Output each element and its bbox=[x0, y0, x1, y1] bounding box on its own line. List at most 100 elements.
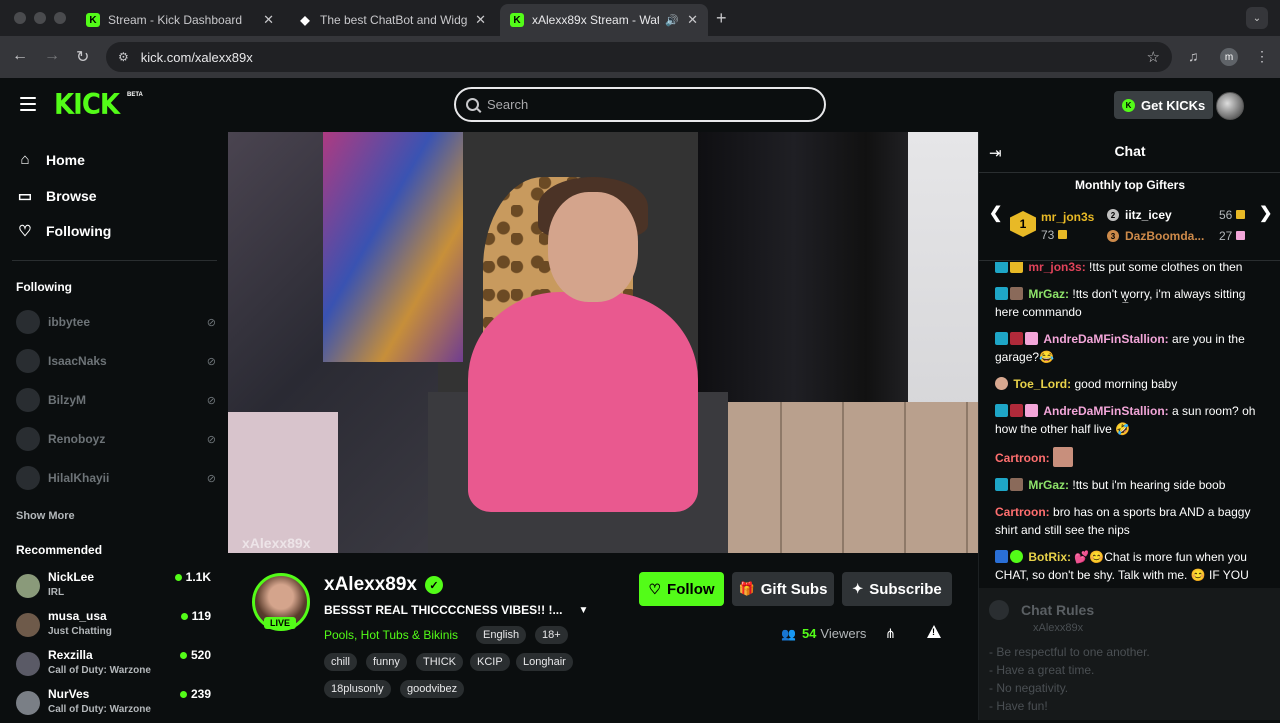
channel-name: NurVes bbox=[48, 687, 90, 701]
search-bar[interactable] bbox=[454, 87, 826, 122]
chat-username[interactable]: AndreDaMFinStallion: bbox=[1043, 332, 1168, 346]
top-gifters: Monthly top Gifters ❮ ❯ 1 mr_jon3s 73 2 … bbox=[979, 173, 1280, 308]
window-zoom-dot[interactable] bbox=[54, 12, 66, 24]
offline-icon: ⊘ bbox=[206, 316, 216, 329]
avatar bbox=[16, 613, 40, 637]
badge-icon bbox=[995, 377, 1008, 390]
close-tab-icon[interactable]: ✕ bbox=[263, 12, 274, 28]
stream-tag[interactable]: goodvibez bbox=[400, 680, 465, 698]
search-icon bbox=[466, 98, 479, 111]
speaker-icon[interactable]: 🔊 bbox=[665, 14, 679, 27]
window-minimize-dot[interactable] bbox=[34, 12, 46, 24]
site-settings-icon[interactable]: ⚙ bbox=[118, 50, 129, 64]
gifter-row[interactable]: 3 DazBoomda... bbox=[1107, 229, 1204, 243]
chat-username[interactable]: mr_jon3s: bbox=[1028, 262, 1085, 274]
new-tab-icon[interactable]: + bbox=[716, 8, 727, 29]
following-item[interactable]: ibbytee ⊘ bbox=[16, 309, 216, 335]
language-tag[interactable]: English bbox=[476, 626, 527, 644]
browser-tab-stream[interactable]: K xAlexx89x Stream - Watch 🔊 ✕ bbox=[500, 4, 708, 36]
get-kicks-button[interactable]: K Get KICKs bbox=[1114, 91, 1214, 119]
kick-logo[interactable]: KICK bbox=[54, 89, 120, 122]
category-link[interactable]: Pools, Hot Tubs & Bikinis bbox=[324, 628, 458, 642]
avatar bbox=[16, 691, 40, 715]
chat-username[interactable]: BotRix: bbox=[1028, 550, 1071, 564]
chevron-right-icon[interactable]: ❯ bbox=[1259, 203, 1272, 223]
rules-title: Chat Rules bbox=[1021, 602, 1095, 618]
recommended-item[interactable]: NickLee IRL 1.1K bbox=[16, 570, 216, 606]
gifter-name[interactable]: mr_jon3s bbox=[1041, 210, 1094, 224]
close-tab-icon[interactable]: ✕ bbox=[687, 12, 698, 28]
browser-tab-dashboard[interactable]: K Stream - Kick Dashboard ✕ bbox=[76, 4, 284, 36]
chat-username[interactable]: Cartroon: bbox=[995, 505, 1050, 519]
browser-tab-chatbot[interactable]: ◆ The best ChatBot and Widget ✕ bbox=[288, 4, 496, 36]
tab-search-icon[interactable]: ⌄ bbox=[1246, 7, 1268, 29]
recommended-item[interactable]: Rexzilla Call of Duty: Warzone 520 bbox=[16, 648, 216, 684]
report-icon[interactable] bbox=[927, 625, 941, 638]
heart-icon: ♡ bbox=[648, 580, 662, 597]
stream-tag[interactable]: chill bbox=[324, 653, 357, 671]
stream-tag[interactable]: THICK bbox=[416, 653, 463, 671]
recommended-item[interactable]: NurVes Call of Duty: Warzone 239 bbox=[16, 687, 216, 723]
following-item[interactable]: Renoboyz ⊘ bbox=[16, 426, 216, 452]
bookmark-star-icon[interactable]: ☆ bbox=[1147, 48, 1160, 66]
window-close-dot[interactable] bbox=[14, 12, 26, 24]
rating-tag[interactable]: 18+ bbox=[535, 626, 568, 644]
chat-text: good morning baby bbox=[1074, 377, 1178, 391]
chevron-down-icon[interactable]: ▼ bbox=[578, 605, 588, 616]
chevron-left-icon[interactable]: ❮ bbox=[989, 203, 1002, 223]
nav-home[interactable]: ⌂ Home bbox=[16, 151, 85, 168]
offline-icon: ⊘ bbox=[206, 355, 216, 368]
kick-favicon-icon: K bbox=[510, 13, 524, 27]
chat-message: MrGaz: !tts but i'm hearing side boob bbox=[995, 476, 1265, 494]
follow-button[interactable]: ♡ Follow bbox=[639, 572, 724, 606]
forward-icon[interactable]: → bbox=[44, 47, 60, 65]
close-tab-icon[interactable]: ✕ bbox=[475, 12, 486, 28]
stream-tag[interactable]: Longhair bbox=[516, 653, 573, 671]
diamond-favicon-icon: ◆ bbox=[300, 13, 310, 27]
channel-name: musa_usa bbox=[48, 609, 107, 623]
chat-username[interactable]: AndreDaMFinStallion: bbox=[1043, 404, 1168, 418]
back-icon[interactable]: ← bbox=[12, 47, 28, 65]
recommended-item[interactable]: musa_usa Just Chatting 119 bbox=[16, 609, 216, 645]
chat-rules-overlay: Chat Rules xAlexx89x - Be respectful to … bbox=[979, 588, 1280, 720]
following-name: ibbytee bbox=[48, 315, 91, 329]
chat-username[interactable]: Cartroon: bbox=[995, 451, 1050, 465]
media-controls-icon[interactable]: ♫ bbox=[1188, 48, 1199, 64]
nav-label: Home bbox=[46, 151, 85, 168]
avatar bbox=[16, 652, 40, 676]
gifter-row[interactable]: 2 iitz_icey bbox=[1107, 208, 1172, 222]
chat-username[interactable]: Toe_Lord: bbox=[1013, 377, 1071, 391]
gifters-title: Monthly top Gifters bbox=[1075, 178, 1185, 192]
search-input[interactable] bbox=[487, 97, 807, 112]
following-item[interactable]: IsaacNaks ⊘ bbox=[16, 348, 216, 374]
stream-tag[interactable]: KCIP bbox=[470, 653, 510, 671]
user-avatar[interactable] bbox=[1216, 92, 1244, 120]
rule-item: - Have a great time. bbox=[989, 663, 1095, 677]
gift-subs-button[interactable]: 🎁 Gift Subs bbox=[732, 572, 834, 606]
reload-icon[interactable]: ↻ bbox=[76, 47, 89, 67]
divider bbox=[12, 260, 217, 261]
chat-username[interactable]: MrGaz: bbox=[1028, 287, 1069, 301]
channel-name[interactable]: xAlexx89x bbox=[324, 574, 417, 596]
address-bar[interactable]: ⚙ kick.com/xalexx89x ☆ bbox=[106, 42, 1172, 72]
following-item[interactable]: HilalKhayii ⊘ bbox=[16, 465, 216, 491]
menu-icon[interactable] bbox=[20, 97, 36, 111]
video-player[interactable]: xAlexx89x bbox=[228, 132, 978, 553]
gold-rank-badge: 1 bbox=[1010, 211, 1036, 237]
video-watermark: xAlexx89x bbox=[242, 535, 311, 551]
follow-label: Follow bbox=[667, 580, 715, 598]
share-icon[interactable]: ⋔ bbox=[885, 626, 896, 642]
profile-avatar[interactable]: m bbox=[1220, 48, 1238, 66]
nav-following[interactable]: ♡ Following bbox=[16, 222, 111, 240]
stream-tag[interactable]: 18plusonly bbox=[324, 680, 391, 698]
subscribe-button[interactable]: ✦ Subscribe bbox=[842, 572, 952, 606]
browser-menu-icon[interactable]: ⋮ bbox=[1255, 48, 1269, 65]
stream-tag[interactable]: funny bbox=[366, 653, 407, 671]
show-more-link[interactable]: Show More bbox=[16, 510, 75, 522]
nav-browse[interactable]: ▭ Browse bbox=[16, 187, 97, 205]
following-item[interactable]: BilzyM ⊘ bbox=[16, 387, 216, 413]
chat-message: MrGaz: !tts don't worry, i'm always sitt… bbox=[995, 285, 1265, 321]
channel-name: Rexzilla bbox=[48, 648, 93, 662]
stream-title-row[interactable]: BESSST REAL THICCCCNESS VIBES!! !... ▼ bbox=[324, 603, 588, 617]
chat-username[interactable]: MrGaz: bbox=[1028, 478, 1069, 492]
